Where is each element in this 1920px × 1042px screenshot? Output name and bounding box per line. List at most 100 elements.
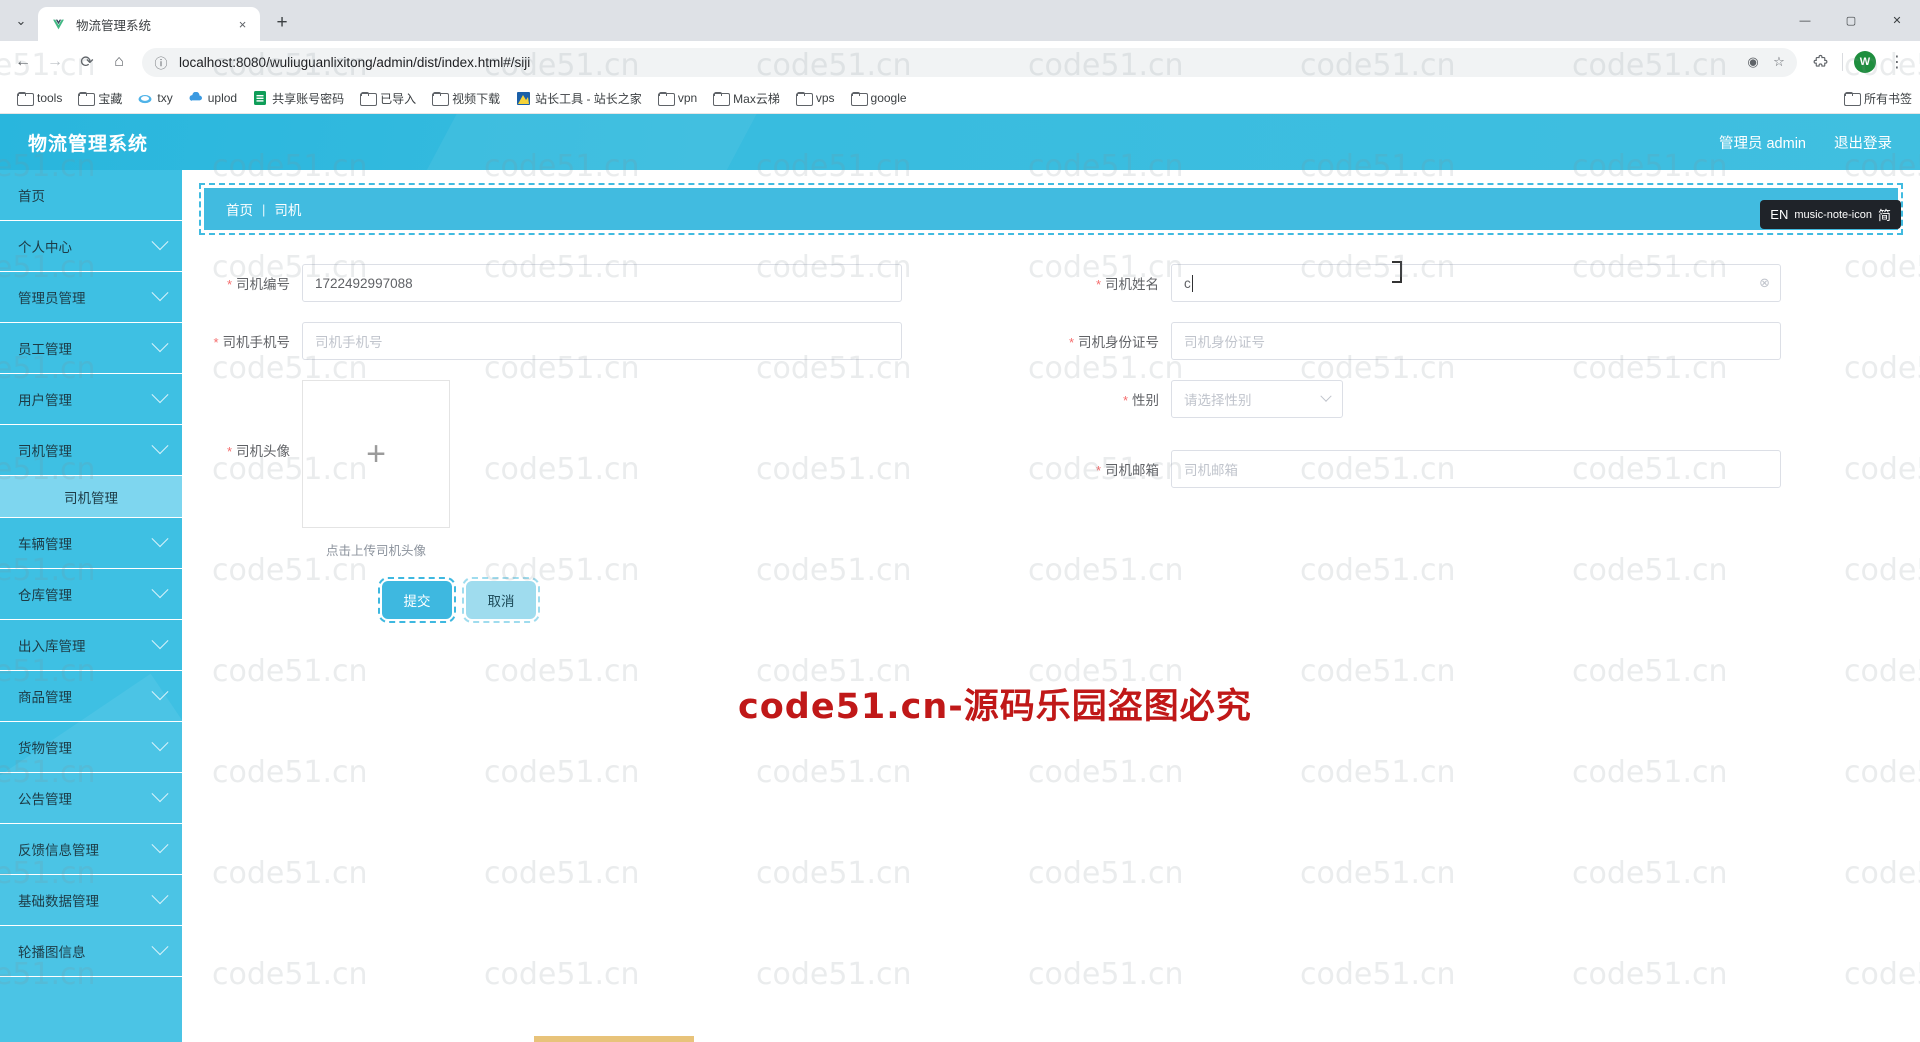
horizontal-scrollbar[interactable] (534, 1036, 694, 1042)
sidebar-item-admin-management[interactable]: 管理员管理 (0, 272, 182, 323)
sidebar-item-vehicle-management[interactable]: 车辆管理 (0, 518, 182, 569)
driver-phone-input[interactable]: 司机手机号 (302, 322, 902, 360)
google-lens-icon[interactable]: ◉ (1743, 52, 1763, 72)
folder-icon (850, 92, 868, 106)
sidebar-item-product-management[interactable]: 商品管理 (0, 671, 182, 722)
field-label: * 司机邮箱 (1095, 463, 1159, 478)
form-row-2: * 司机手机号 司机手机号 * 司机身份证号 司机身份证号 (182, 312, 1920, 370)
sidebar-item-basic-data-management[interactable]: 基础数据管理 (0, 875, 182, 926)
bookmark-label: 站长工具 - 站长之家 (535, 91, 642, 106)
sidebar-item-label: 基础数据管理 (18, 894, 99, 909)
driver-form: * 司机编号 1722492997088 * 司机姓名 c ⊗ * 司机手机号 … (182, 230, 1920, 623)
tab-search-chevron-icon[interactable]: ⌄ (4, 4, 38, 38)
bookmark-label: uplod (207, 91, 238, 105)
field-driver-phone: * 司机手机号 司机手机号 (182, 312, 902, 370)
bookmark-item[interactable]: 共享账号密码 (246, 87, 351, 110)
bookmark-item[interactable]: vpn (651, 88, 704, 108)
sidebar-item-carousel-management[interactable]: 轮播图信息 (0, 926, 182, 977)
bookmark-item[interactable]: 已导入 (353, 87, 423, 110)
bookmarks-bar: tools 宝藏 txy uplod 共享账号密码 已导入 视频下载 站长工具 … (0, 83, 1920, 114)
bookmark-item[interactable]: 站长工具 - 站长之家 (509, 87, 649, 110)
cloud-upload-icon (189, 91, 203, 105)
folder-icon (657, 92, 675, 106)
reload-icon[interactable]: ⟳ (72, 47, 102, 77)
language-toggle[interactable]: EN music-note-icon 简 (1760, 200, 1901, 229)
sidebar-item-inout-warehouse-management[interactable]: 出入库管理 (0, 620, 182, 671)
driver-idcard-input[interactable]: 司机身份证号 (1171, 322, 1781, 360)
breadcrumb-home[interactable]: 首页 (226, 199, 253, 219)
driver-no-input[interactable]: 1722492997088 (302, 264, 902, 302)
sidebar-item-employee-management[interactable]: 员工管理 (0, 323, 182, 374)
address-bar[interactable]: ⓘ localhost:8080/wuliuguanlixitong/admin… (142, 47, 1797, 77)
mouse-text-cursor (1392, 261, 1402, 283)
clear-circle-icon[interactable]: ⊗ (1759, 275, 1770, 291)
home-icon[interactable]: ⌂ (104, 47, 134, 77)
star-icon[interactable]: ☆ (1769, 52, 1789, 72)
language-en-label[interactable]: EN (1770, 207, 1788, 222)
bookmark-label: 视频下载 (452, 91, 501, 106)
field-label: * 司机手机号 (213, 335, 290, 350)
field-label: * 性别 (1122, 393, 1159, 408)
puzzle-icon[interactable] (1805, 47, 1835, 77)
app-body: 首页 个人中心 管理员管理 员工管理 用户管理 司机管理 司机管理 车辆管理 仓… (0, 170, 1920, 1042)
three-dot-menu-icon[interactable]: ⋮ (1882, 47, 1912, 77)
field-driver-idcard: * 司机身份证号 司机身份证号 (1051, 312, 1781, 370)
browser-tab[interactable]: 物流管理系统 × (38, 7, 260, 41)
gender-select[interactable]: 请选择性别 (1171, 380, 1343, 418)
bookmark-label: txy (157, 91, 173, 105)
field-driver-no: * 司机编号 1722492997088 (182, 254, 902, 312)
chevron-down-icon (151, 335, 169, 353)
form-row-1: * 司机编号 1722492997088 * 司机姓名 c ⊗ (182, 254, 1920, 312)
avatar-upload-button[interactable]: + (302, 380, 450, 528)
close-icon[interactable]: × (233, 15, 252, 34)
sidebar-item-feedback-management[interactable]: 反馈信息管理 (0, 824, 182, 875)
bookmark-item[interactable]: uplod (182, 88, 244, 108)
driver-name-value: c (1184, 275, 1191, 291)
back-icon[interactable]: ← (8, 47, 38, 77)
tab-strip: ⌄ 物流管理系统 × + — ▢ ✕ (0, 0, 1920, 41)
bookmark-item[interactable]: txy (131, 88, 179, 108)
driver-email-input[interactable]: 司机邮箱 (1171, 450, 1781, 488)
folder-icon (432, 92, 450, 106)
sidebar-subitem-driver-management[interactable]: 司机管理 (0, 476, 182, 518)
new-tab-button[interactable]: + (268, 9, 296, 37)
info-icon[interactable]: ⓘ (152, 53, 170, 71)
bookmark-item[interactable]: 宝藏 (71, 87, 129, 110)
cancel-button[interactable]: 取消 (462, 577, 540, 623)
submit-button[interactable]: 提交 (378, 577, 456, 623)
required-star: * (226, 277, 232, 292)
sidebar-item-label: 首页 (18, 189, 45, 204)
field-driver-email: * 司机邮箱 司机邮箱 (1051, 428, 1781, 498)
sidebar-item-warehouse-management[interactable]: 仓库管理 (0, 569, 182, 620)
field-label: * 司机编号 (226, 277, 290, 292)
chevron-down-icon (151, 437, 169, 455)
sidebar-item-announcement-management[interactable]: 公告管理 (0, 773, 182, 824)
sidebar-item-label: 货物管理 (18, 741, 72, 756)
driver-name-input[interactable]: c ⊗ (1171, 261, 1781, 302)
forward-icon[interactable]: → (40, 47, 70, 77)
sidebar-item-personal-center[interactable]: 个人中心 (0, 221, 182, 272)
bookmark-label: 共享账号密码 (272, 91, 345, 106)
bookmark-item[interactable]: google (844, 88, 914, 108)
sidebar-item-cargo-management[interactable]: 货物管理 (0, 722, 182, 773)
bookmark-item[interactable]: Max云梯 (706, 87, 787, 110)
language-zh-label[interactable]: 简 (1878, 205, 1891, 224)
bookmark-item[interactable]: 视频下载 (425, 87, 507, 110)
sidebar-item-label: 出入库管理 (18, 639, 86, 654)
sidebar-item-home[interactable]: 首页 (0, 170, 182, 221)
required-star: * (1095, 277, 1101, 292)
bookmark-item[interactable]: vps (789, 88, 842, 108)
bookmark-item[interactable]: tools (10, 88, 69, 108)
all-bookmarks-button[interactable]: 所有书签 (1843, 90, 1912, 107)
maximize-button[interactable]: ▢ (1828, 0, 1874, 41)
breadcrumb-current: 司机 (274, 203, 302, 218)
folder-icon (1843, 92, 1861, 106)
vue-logo-icon (50, 16, 67, 33)
minimize-button[interactable]: — (1782, 0, 1828, 41)
sidebar: 首页 个人中心 管理员管理 员工管理 用户管理 司机管理 司机管理 车辆管理 仓… (0, 170, 182, 1042)
sidebar-item-driver-management[interactable]: 司机管理 (0, 425, 182, 476)
window-close-button[interactable]: ✕ (1874, 0, 1920, 41)
sidebar-item-user-management[interactable]: 用户管理 (0, 374, 182, 425)
avatar[interactable]: W (1850, 47, 1880, 77)
logout-button[interactable]: 退出登录 (1834, 132, 1892, 153)
